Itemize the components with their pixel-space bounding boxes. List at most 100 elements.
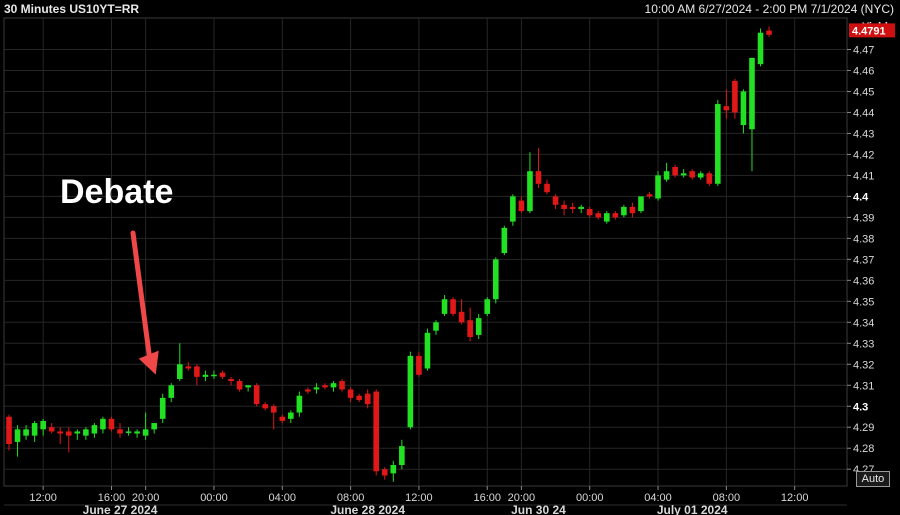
candle-down	[356, 393, 362, 403]
candle-down	[766, 26, 772, 37]
candle-up	[91, 423, 98, 438]
candle-up	[604, 211, 610, 224]
candle-body	[535, 171, 542, 184]
candle-up	[578, 204, 584, 214]
candle-body	[202, 374, 209, 377]
candle-body	[407, 355, 414, 428]
y-tick-label: 4.47	[853, 44, 874, 56]
candle-body	[706, 173, 713, 184]
candle-up	[288, 410, 294, 424]
candle-body	[14, 429, 21, 442]
candle-up	[134, 429, 140, 438]
candle-up	[527, 152, 533, 214]
candle-body	[125, 431, 132, 433]
candle-body	[23, 429, 29, 436]
candle-body	[83, 429, 89, 436]
candle-body	[467, 320, 473, 337]
candle-up	[655, 171, 661, 201]
candle-down	[270, 404, 277, 430]
candle-body	[305, 389, 311, 392]
candle-body	[492, 259, 499, 300]
candle-body	[74, 431, 81, 434]
candle-body	[108, 418, 115, 430]
candle-down	[108, 416, 115, 432]
x-tick-label: 00:00	[576, 492, 604, 504]
candle-body	[697, 173, 704, 178]
candle-up	[159, 393, 166, 424]
candlestick-chart[interactable]: 4.47 4.46 4.45 4.44 4.43 4.42 4.41 4.4 4.39 4.38 4…	[0, 0, 900, 515]
y-tick-label: 4.4	[853, 191, 869, 203]
x-tick-label: 16:00	[473, 492, 501, 504]
candle-body	[279, 416, 286, 421]
candle-down	[569, 202, 576, 214]
candle-body	[194, 366, 200, 377]
candle-body	[578, 206, 584, 209]
candle-body	[245, 385, 251, 388]
candle-body	[91, 425, 98, 434]
candle-body	[501, 227, 508, 254]
candle-down	[279, 414, 286, 424]
candle-body	[6, 416, 12, 445]
candle-up	[296, 391, 303, 417]
candle-down	[219, 370, 226, 379]
candle-up	[245, 385, 251, 392]
candle-down	[305, 387, 311, 394]
candle-body	[510, 196, 516, 222]
candle-body	[672, 167, 678, 176]
y-tick-label: 4.44	[853, 107, 874, 119]
candle-body	[766, 30, 772, 35]
candle-up	[757, 28, 764, 67]
annotation: Debate	[60, 173, 173, 375]
candle-body	[185, 366, 192, 369]
candle-down	[552, 194, 559, 209]
candle-down	[236, 378, 243, 392]
candle-down	[544, 179, 550, 195]
candle-up	[399, 439, 405, 470]
candle-body	[552, 196, 559, 205]
candle-down	[416, 351, 422, 377]
candle-body	[399, 446, 405, 466]
candle-down	[57, 427, 64, 445]
candle-body	[253, 385, 260, 405]
candle-body	[228, 378, 234, 382]
candle-up	[177, 343, 183, 382]
candle-up	[40, 418, 46, 436]
x-axis: 12:00 16:00 20:00 00:00 04:00 08:00 12:00 16:00…	[4, 486, 847, 515]
candle-up	[14, 425, 21, 457]
candle-body	[458, 311, 465, 323]
x-tick-label: 12:00	[781, 492, 809, 504]
candle-up	[484, 297, 491, 317]
candle-up	[31, 420, 38, 442]
date-label: June 28 2024	[330, 503, 405, 515]
candle-up	[510, 194, 516, 226]
candle-down	[458, 299, 465, 325]
candle-down	[629, 202, 636, 218]
auto-scale-button[interactable]: Auto	[856, 471, 890, 487]
candle-down	[117, 423, 123, 438]
y-tick-label: 4.32	[853, 359, 874, 371]
candle-body	[322, 385, 328, 388]
candle-up	[441, 295, 448, 317]
candle-body	[219, 372, 226, 377]
candle-up	[407, 351, 414, 430]
candle-body	[663, 171, 670, 180]
x-tick-label: 12:00	[29, 492, 57, 504]
candle-body	[544, 183, 550, 193]
y-tick-label: 4.31	[853, 380, 874, 392]
candle-down	[194, 364, 200, 386]
x-tick-label: 04:00	[269, 492, 297, 504]
candle-up	[330, 381, 337, 392]
candle-up	[83, 427, 89, 440]
candle-body	[356, 395, 362, 400]
candle-body	[561, 204, 567, 209]
candle-body	[142, 429, 149, 436]
candle-down	[262, 402, 268, 411]
candle-body	[749, 57, 755, 130]
candle-down	[322, 383, 328, 390]
candle-up	[390, 460, 397, 482]
date-label: Jun 30 24	[511, 503, 566, 515]
y-tick-label: 4.46	[853, 65, 874, 77]
candle-body	[31, 423, 38, 436]
candle-body	[211, 374, 217, 377]
candle-body	[569, 206, 576, 209]
